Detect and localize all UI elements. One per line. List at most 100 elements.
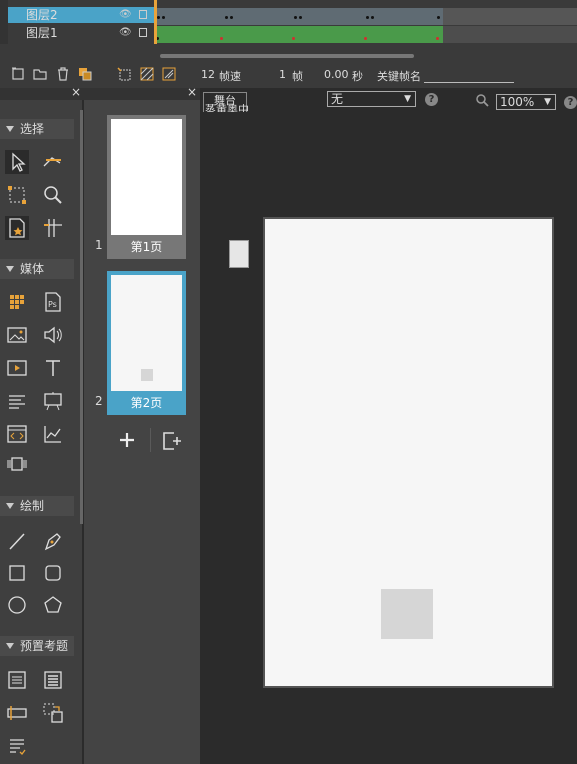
line-tool[interactable]: [5, 529, 29, 553]
carousel-icon: [7, 457, 27, 471]
close-icon[interactable]: ×: [71, 85, 81, 99]
checklist-tool[interactable]: [5, 734, 29, 758]
single-choice-tool[interactable]: [5, 668, 29, 692]
presentation-tool[interactable]: [41, 389, 65, 413]
multi-choice-tool[interactable]: [41, 668, 65, 692]
layer2-track[interactable]: [155, 8, 577, 25]
keyframe-name-label: 关键帧名: [377, 70, 421, 83]
layer-row-1[interactable]: 图层1 👁: [8, 25, 154, 41]
new-layer-icon[interactable]: [11, 67, 25, 81]
folder-icon[interactable]: [33, 67, 47, 81]
eye-icon[interactable]: 👁: [119, 7, 132, 23]
layer-row-2[interactable]: 图层2 👁: [8, 7, 154, 23]
keyframe[interactable]: [437, 16, 440, 19]
keyframe[interactable]: [220, 37, 223, 40]
input-field-icon: [7, 706, 27, 720]
paragraph-tool[interactable]: [5, 389, 29, 413]
transform-tool[interactable]: [41, 150, 65, 174]
page-thumbnail-2[interactable]: 第2页: [107, 271, 186, 415]
drag-match-tool[interactable]: [41, 701, 65, 725]
add-page-icon[interactable]: [119, 432, 135, 448]
timeline-frames[interactable]: [155, 6, 577, 44]
keyframe[interactable]: [299, 16, 302, 19]
section-draw[interactable]: 绘制: [0, 496, 74, 516]
image-tool[interactable]: [5, 323, 29, 347]
eye-icon[interactable]: 👁: [119, 25, 132, 41]
timeline-panel: 图层2 👁 图层1 👁: [0, 0, 577, 62]
grid-icon: [10, 295, 24, 309]
keyframe[interactable]: [294, 16, 297, 19]
insert-page-icon[interactable]: [160, 430, 182, 452]
ellipse-tool[interactable]: [5, 593, 29, 617]
fill-blank-tool[interactable]: [5, 701, 29, 725]
tab-sub-label: 蒸黄奥中: [205, 104, 249, 112]
layer-properties-icon[interactable]: [78, 67, 92, 81]
playhead[interactable]: [154, 0, 157, 44]
fps-value[interactable]: 12: [201, 68, 215, 81]
audio-tool[interactable]: [41, 323, 65, 347]
page-tool[interactable]: [5, 216, 29, 240]
slider-tool[interactable]: [5, 452, 29, 476]
keyframe[interactable]: [162, 16, 165, 19]
add-keyframe-icon[interactable]: [117, 67, 131, 81]
html-tool[interactable]: [5, 422, 29, 446]
keyframe[interactable]: [225, 16, 228, 19]
rectangle-tool[interactable]: [5, 561, 29, 585]
stage-canvas[interactable]: [263, 217, 554, 688]
guide-icon: [44, 219, 62, 237]
section-preset[interactable]: 预置考题: [0, 636, 74, 656]
keyframe[interactable]: [371, 16, 374, 19]
pointer-tool[interactable]: [5, 150, 29, 174]
keyframe[interactable]: [157, 16, 160, 19]
guide-tool[interactable]: [41, 216, 65, 240]
collapse-icon: [6, 126, 14, 132]
keyframe[interactable]: [366, 16, 369, 19]
tools-scrollbar[interactable]: [80, 110, 83, 524]
zoom-select[interactable]: 100% ▼: [496, 94, 556, 110]
lock-icon[interactable]: [139, 28, 147, 37]
offstage-element[interactable]: [229, 240, 249, 268]
close-icon[interactable]: ×: [187, 85, 197, 99]
collapse-icon: [6, 266, 14, 272]
polygon-tool[interactable]: [41, 593, 65, 617]
image-icon: [7, 327, 27, 343]
rounded-rect-tool[interactable]: [41, 561, 65, 585]
video-icon: [7, 360, 27, 376]
help-icon[interactable]: ?: [564, 96, 577, 109]
layer1-track[interactable]: [155, 26, 577, 43]
page-star-icon: [9, 218, 25, 238]
grid-tool[interactable]: [5, 290, 29, 314]
chevron-down-icon: ▼: [544, 97, 551, 107]
section-media[interactable]: 媒体: [0, 259, 74, 279]
pentagon-icon: [44, 596, 62, 613]
keyframe[interactable]: [230, 16, 233, 19]
marquee-tool[interactable]: [5, 183, 29, 207]
timeline-gutter: [0, 0, 8, 44]
delete-icon[interactable]: [56, 67, 70, 81]
chart-tool[interactable]: [41, 422, 65, 446]
keyframe-name-input[interactable]: [424, 82, 514, 83]
page-thumbnail-1[interactable]: 第1页: [107, 115, 186, 259]
transition-select[interactable]: 无 ▼: [327, 91, 416, 107]
psd-tool[interactable]: Ps: [41, 290, 65, 314]
keyframe[interactable]: [364, 37, 367, 40]
page-label: 第1页: [109, 238, 184, 256]
zoom-tool[interactable]: [41, 183, 65, 207]
search-icon[interactable]: [475, 93, 489, 107]
panel-divider: × ×: [0, 85, 200, 100]
section-select[interactable]: 选择: [0, 119, 74, 139]
canvas-shape[interactable]: [381, 589, 433, 639]
lock-icon[interactable]: [139, 10, 147, 19]
help-icon[interactable]: ?: [425, 93, 438, 106]
tween-icon[interactable]: [162, 67, 176, 81]
tools-panel: 选择 媒体 Ps 绘制 预置考题: [0, 100, 82, 764]
keyframe[interactable]: [436, 37, 439, 40]
keyframe[interactable]: [292, 37, 295, 40]
blank-keyframe-icon[interactable]: [140, 67, 154, 81]
page-preview: [111, 119, 182, 235]
video-tool[interactable]: [5, 356, 29, 380]
rectangle-icon: [9, 565, 25, 581]
timeline-scrollbar[interactable]: [160, 54, 414, 58]
pen-tool[interactable]: [41, 529, 65, 553]
text-tool[interactable]: [41, 356, 65, 380]
